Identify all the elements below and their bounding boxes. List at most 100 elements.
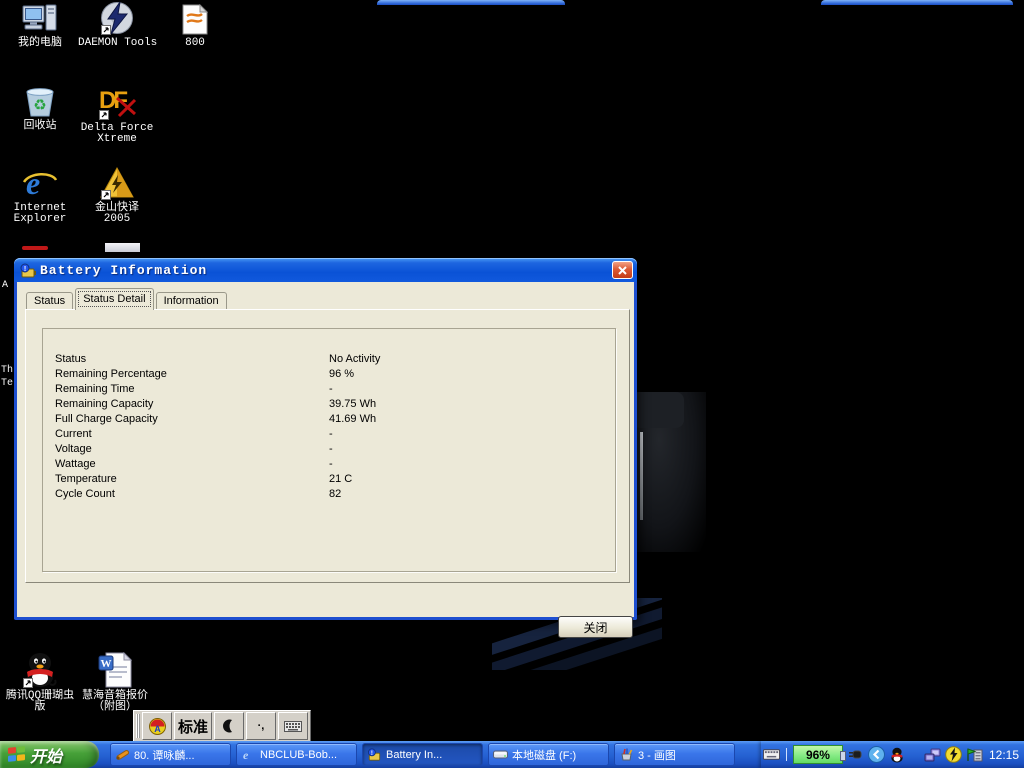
desktop-icon-kingsoft[interactable]: 金山快译 2005	[78, 166, 156, 225]
ime-fullwidth-icon[interactable]	[214, 712, 244, 740]
close-button[interactable]: 关闭	[558, 616, 633, 638]
flag-monitor-tray-icon[interactable]	[966, 746, 983, 763]
ac-plug-icon[interactable]	[847, 746, 864, 763]
row-label: Temperature	[55, 473, 329, 488]
taskbar-button-ie[interactable]: e NBCLUB-Bob...	[236, 743, 357, 766]
desktop-icon-huihai-doc[interactable]: W 慧海音箱报价 （附图）	[76, 652, 154, 713]
taskbar-button-local-disk[interactable]: 本地磁盘 (F:)	[488, 743, 609, 766]
offscreen-window-titlebar-edge-2[interactable]	[821, 0, 1013, 5]
taskbar-button-label: 80. 谭咏麟...	[134, 747, 195, 763]
hide-icons-chevron-icon[interactable]	[868, 746, 885, 763]
desktop: 我的电脑 DAEMON Tools 800	[0, 0, 1024, 768]
svg-text:!: !	[24, 266, 26, 273]
svg-text:A: A	[154, 724, 161, 734]
taskbar-button-label: 本地磁盘 (F:)	[512, 747, 576, 763]
row-label: Status	[55, 353, 329, 368]
tab-status-detail[interactable]: Status Detail	[75, 288, 153, 310]
icon-label: DAEMON Tools	[78, 38, 156, 49]
daemon-tools-tray-icon[interactable]	[945, 746, 962, 763]
ime-softkeyboard-icon[interactable]	[278, 712, 308, 740]
start-button-label: 开始	[30, 743, 62, 767]
ime-toolbar[interactable]: A 标准 ·,	[133, 710, 311, 742]
keyboard-tray-icon[interactable]	[763, 746, 780, 763]
tray-separator	[786, 748, 787, 761]
svg-text:e: e	[26, 166, 40, 200]
row-label: Remaining Capacity	[55, 398, 329, 413]
delta-force-icon: DF	[97, 84, 137, 120]
desktop-icon-delta-force[interactable]: DF Delta Force Xtreme	[78, 84, 156, 145]
tray-clock[interactable]: 12:15	[989, 748, 1019, 762]
word-document-icon: W	[98, 652, 132, 688]
row-value: No Activity	[329, 353, 380, 368]
row-label: Remaining Time	[55, 383, 329, 398]
row-label: Voltage	[55, 443, 329, 458]
taskbar-button-label: Battery In...	[386, 749, 442, 761]
row-label: Full Charge Capacity	[55, 413, 329, 428]
my-computer-icon	[22, 4, 58, 35]
battery-row: Remaining Time-	[55, 383, 615, 398]
row-value: 39.75 Wh	[329, 398, 376, 413]
battery-row: Voltage-	[55, 443, 615, 458]
shortcut-arrow-icon	[99, 110, 109, 120]
dialog-titlebar[interactable]: ! Battery Information	[14, 258, 637, 282]
battery-row: StatusNo Activity	[55, 353, 615, 368]
obscured-label-fragment: A	[2, 280, 8, 291]
music-player-icon	[115, 748, 130, 761]
dialog-title: Battery Information	[40, 263, 612, 278]
row-value: -	[329, 383, 333, 398]
system-tray: 96%	[761, 741, 1024, 768]
battery-row: Wattage-	[55, 458, 615, 473]
ime-drag-handle[interactable]	[136, 714, 140, 738]
row-label: Wattage	[55, 458, 329, 473]
battery-row: Remaining Capacity39.75 Wh	[55, 398, 615, 413]
battery-app-icon: !	[20, 263, 36, 278]
kingsoft-pyramid-icon	[99, 166, 135, 200]
network-tray-icon[interactable]	[924, 746, 941, 763]
desktop-icon-my-computer[interactable]: 我的电脑	[1, 4, 79, 49]
ime-punctuation-button[interactable]: ·,	[246, 712, 276, 740]
qq-penguin-icon	[21, 650, 59, 688]
offscreen-window-titlebar-edge-1[interactable]	[377, 0, 565, 5]
desktop-icon-qq[interactable]: 腾讯QQ珊瑚虫 版	[1, 650, 79, 713]
tab-information[interactable]: Information	[156, 292, 227, 310]
taskbar-button-music[interactable]: 80. 谭咏麟...	[110, 743, 231, 766]
icon-label: 我的电脑	[1, 38, 79, 49]
taskbar-button-label: NBCLUB-Bob...	[260, 749, 337, 761]
icon-label: 800	[156, 38, 234, 49]
row-label: Current	[55, 428, 329, 443]
tab-status[interactable]: Status	[26, 292, 73, 310]
row-value: 96 %	[329, 368, 354, 383]
close-icon[interactable]	[612, 261, 633, 279]
tab-page: StatusNo Activity Remaining Percentage96…	[25, 309, 630, 583]
desktop-icon-internet-explorer[interactable]: e Internet Explorer	[1, 166, 79, 225]
recycle-bin-icon: ♻	[23, 86, 57, 118]
obscured-icon-fragment-red	[22, 246, 48, 250]
icon-label-line2: 版	[1, 702, 79, 713]
shortcut-arrow-icon	[101, 25, 111, 35]
row-value: 82	[329, 488, 341, 503]
row-label: Cycle Count	[55, 488, 329, 503]
disk-drive-icon	[493, 748, 508, 761]
qq-tray-icon[interactable]	[889, 746, 906, 763]
ime-method-icon[interactable]: A	[142, 712, 172, 740]
battery-row: Remaining Percentage96 %	[55, 368, 615, 383]
taskbar-button-paint[interactable]: 3 - 画图	[614, 743, 735, 766]
desktop-icon-daemon-tools[interactable]: DAEMON Tools	[78, 1, 156, 49]
battery-row: Current-	[55, 428, 615, 443]
battery-percent-indicator[interactable]: 96%	[793, 745, 843, 764]
taskbar-button-battery[interactable]: ! Battery In...	[362, 743, 483, 766]
svg-text:♻: ♻	[33, 96, 46, 114]
start-button[interactable]: 开始	[0, 741, 99, 768]
document-icon	[182, 4, 208, 35]
obscured-label-fragment: Th	[1, 365, 13, 376]
row-label: Remaining Percentage	[55, 368, 329, 383]
desktop-icon-800[interactable]: 800	[156, 4, 234, 49]
desktop-icon-recycle-bin[interactable]: ♻ 回收站	[1, 86, 79, 132]
battery-row: Temperature21 C	[55, 473, 615, 488]
ime-mode-button[interactable]: 标准	[174, 712, 212, 740]
wallpaper-dark-object	[628, 392, 706, 552]
row-value: -	[329, 458, 333, 473]
wallpaper-object-top	[632, 392, 684, 428]
taskbar: 开始 80. 谭咏麟... e NBCLUB-Bob... ! Battery	[0, 741, 1024, 768]
internet-explorer-icon: e	[241, 748, 256, 761]
